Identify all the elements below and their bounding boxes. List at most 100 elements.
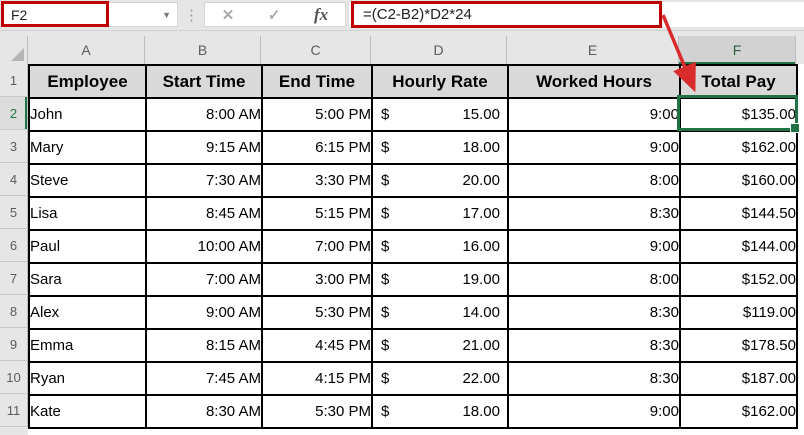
cell-F3[interactable]: $162.00 (679, 130, 798, 165)
cell-A6[interactable]: Paul (28, 229, 147, 264)
cell-D11[interactable]: $18.00 (371, 394, 509, 429)
cell-F10[interactable]: $187.00 (679, 361, 798, 396)
cell-F2[interactable]: $135.00 (679, 97, 798, 132)
cell-C6[interactable]: 7:00 PM (261, 229, 373, 264)
row-header-6[interactable]: 6 (0, 229, 28, 262)
column-header-f[interactable]: F (679, 36, 796, 64)
cell-B11[interactable]: 8:30 AM (145, 394, 263, 429)
header-end-time[interactable]: End Time (261, 64, 373, 99)
cell-D5[interactable]: $17.00 (371, 196, 509, 231)
cell-C9[interactable]: 4:45 PM (261, 328, 373, 363)
row-header-8[interactable]: 8 (0, 295, 28, 328)
cell-E11[interactable]: 9:00 (507, 394, 681, 429)
cell-A11[interactable]: Kate (28, 394, 147, 429)
row-header-10[interactable]: 10 (0, 361, 28, 394)
cell-B6[interactable]: 10:00 AM (145, 229, 263, 264)
currency-symbol: $ (381, 238, 390, 255)
cell-E7[interactable]: 8:00 (507, 262, 681, 297)
row-header-3[interactable]: 3 (0, 130, 28, 163)
cell-D10[interactable]: $22.00 (371, 361, 509, 396)
rate-value: 21.00 (462, 337, 500, 354)
cell-E10[interactable]: 8:30 (507, 361, 681, 396)
column-header-e[interactable]: E (507, 36, 679, 64)
cell-B3[interactable]: 9:15 AM (145, 130, 263, 165)
table-row: Alex 9:00 AM 5:30 PM $14.00 8:30 $119.00 (28, 295, 798, 330)
cell-D2[interactable]: $15.00 (371, 97, 509, 132)
column-header-a[interactable]: A (28, 36, 145, 64)
column-header-b[interactable]: B (145, 36, 261, 64)
cell-B8[interactable]: 9:00 AM (145, 295, 263, 330)
currency-symbol: $ (381, 139, 390, 156)
cell-C4[interactable]: 3:30 PM (261, 163, 373, 198)
cell-E3[interactable]: 9:00 (507, 130, 681, 165)
cell-E5[interactable]: 8:30 (507, 196, 681, 231)
separator-dots-icon: ⋮ (184, 6, 199, 24)
cell-E9[interactable]: 8:30 (507, 328, 681, 363)
row-header-7[interactable]: 7 (0, 262, 28, 295)
header-start-time[interactable]: Start Time (145, 64, 263, 99)
cell-B2[interactable]: 8:00 AM (145, 97, 263, 132)
header-total-pay[interactable]: Total Pay (679, 64, 798, 99)
column-header-c[interactable]: C (261, 36, 371, 64)
cell-E8[interactable]: 8:30 (507, 295, 681, 330)
cell-B4[interactable]: 7:30 AM (145, 163, 263, 198)
cell-F4[interactable]: $160.00 (679, 163, 798, 198)
cell-D8[interactable]: $14.00 (371, 295, 509, 330)
cell-C3[interactable]: 6:15 PM (261, 130, 373, 165)
formula-bar-buttons: ✕ ✓ fx (204, 2, 346, 27)
cell-B9[interactable]: 8:15 AM (145, 328, 263, 363)
cell-A7[interactable]: Sara (28, 262, 147, 297)
cell-D6[interactable]: $16.00 (371, 229, 509, 264)
header-employee[interactable]: Employee (28, 64, 147, 99)
cell-E2[interactable]: 9:00 (507, 97, 681, 132)
rate-value: 15.00 (462, 106, 500, 123)
row-header-9[interactable]: 9 (0, 328, 28, 361)
cell-D4[interactable]: $20.00 (371, 163, 509, 198)
annotation-box-namebox (1, 1, 109, 27)
cell-F8[interactable]: $119.00 (679, 295, 798, 330)
insert-function-icon[interactable]: fx (314, 5, 328, 25)
cell-F6[interactable]: $144.00 (679, 229, 798, 264)
chevron-down-icon[interactable]: ▼ (162, 10, 171, 20)
cell-C7[interactable]: 3:00 PM (261, 262, 373, 297)
table-header-row: Employee Start Time End Time Hourly Rate… (28, 64, 798, 99)
header-hourly-rate[interactable]: Hourly Rate (371, 64, 509, 99)
cancel-icon[interactable]: ✕ (222, 6, 235, 24)
row-header-2[interactable]: 2 (0, 97, 28, 130)
cell-B10[interactable]: 7:45 AM (145, 361, 263, 396)
cell-F5[interactable]: $144.50 (679, 196, 798, 231)
cell-C5[interactable]: 5:15 PM (261, 196, 373, 231)
cell-D3[interactable]: $18.00 (371, 130, 509, 165)
row-header-5[interactable]: 5 (0, 196, 28, 229)
cell-B5[interactable]: 8:45 AM (145, 196, 263, 231)
cell-F11[interactable]: $162.00 (679, 394, 798, 429)
row-header-4[interactable]: 4 (0, 163, 28, 196)
cell-E6[interactable]: 9:00 (507, 229, 681, 264)
cell-A3[interactable]: Mary (28, 130, 147, 165)
select-all-corner[interactable] (0, 36, 28, 64)
cell-E4[interactable]: 8:00 (507, 163, 681, 198)
cell-F9[interactable]: $178.50 (679, 328, 798, 363)
table-row: Emma 8:15 AM 4:45 PM $21.00 8:30 $178.50 (28, 328, 798, 363)
cell-F7[interactable]: $152.00 (679, 262, 798, 297)
cell-A9[interactable]: Emma (28, 328, 147, 363)
column-header-d[interactable]: D (371, 36, 507, 64)
cell-A2[interactable]: John (28, 97, 147, 132)
row-header-1[interactable]: 1 (0, 64, 28, 97)
enter-icon[interactable]: ✓ (268, 6, 281, 24)
row-header-11[interactable]: 11 (0, 394, 28, 427)
cell-A10[interactable]: Ryan (28, 361, 147, 396)
rate-value: 19.00 (462, 271, 500, 288)
currency-symbol: $ (381, 403, 390, 420)
cell-C10[interactable]: 4:15 PM (261, 361, 373, 396)
cell-C2[interactable]: 5:00 PM (261, 97, 373, 132)
header-worked-hours[interactable]: Worked Hours (507, 64, 681, 99)
cell-C8[interactable]: 5:30 PM (261, 295, 373, 330)
cell-A5[interactable]: Lisa (28, 196, 147, 231)
cell-D7[interactable]: $19.00 (371, 262, 509, 297)
cell-A4[interactable]: Steve (28, 163, 147, 198)
cell-A8[interactable]: Alex (28, 295, 147, 330)
cell-C11[interactable]: 5:30 PM (261, 394, 373, 429)
cell-B7[interactable]: 7:00 AM (145, 262, 263, 297)
cell-D9[interactable]: $21.00 (371, 328, 509, 363)
